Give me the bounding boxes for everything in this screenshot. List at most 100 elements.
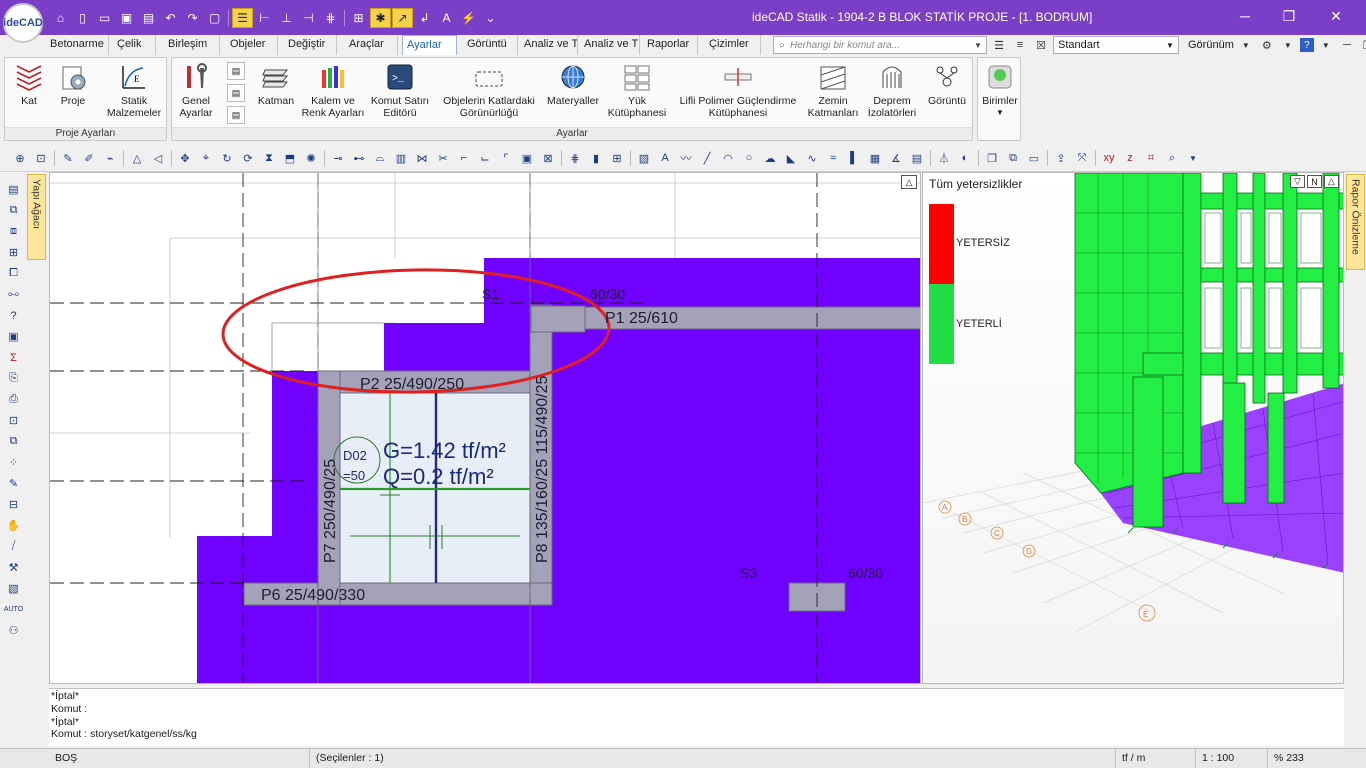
- tab-analiz-1[interactable]: Analiz ve T: [520, 35, 578, 55]
- arrow-cross-icon[interactable]: ⤧: [1072, 148, 1092, 168]
- list-icon[interactable]: ▤: [4, 180, 24, 199]
- track-icon[interactable]: ⋕: [320, 8, 341, 28]
- circle-icon[interactable]: ○: [739, 148, 759, 168]
- bar-chart-icon[interactable]: ▦: [865, 148, 885, 168]
- paste-floor-icon[interactable]: ⧟: [4, 285, 24, 304]
- line-icon[interactable]: ╱: [697, 148, 717, 168]
- help-icon[interactable]: ?: [1299, 38, 1314, 52]
- save-all-icon[interactable]: ▤: [138, 8, 159, 28]
- spline-icon[interactable]: ∿: [802, 148, 822, 168]
- mirror-icon[interactable]: ⧗: [259, 148, 279, 168]
- collapse-icon[interactable]: △: [901, 175, 917, 189]
- layer-manager-icon[interactable]: ☰: [990, 36, 1008, 54]
- tab-raporlar[interactable]: Raporlar: [643, 35, 698, 55]
- slash-icon[interactable]: ⧸: [4, 537, 24, 556]
- n-toggle-icon[interactable]: N: [1307, 175, 1322, 188]
- doc-settings-icon[interactable]: ▤: [227, 62, 245, 80]
- print-icon[interactable]: ⎙: [4, 390, 24, 409]
- settings-icon[interactable]: ⚙: [1258, 36, 1276, 54]
- status-zoom[interactable]: % 233: [1267, 749, 1366, 768]
- grid-axis-icon[interactable]: ⋕: [565, 148, 585, 168]
- extend-icon[interactable]: ⊷: [349, 148, 369, 168]
- snap-end-icon[interactable]: ↗: [392, 8, 413, 28]
- hatch-icon[interactable]: ◣: [781, 148, 801, 168]
- ortho-icon[interactable]: ⊥: [276, 8, 297, 28]
- cloud-icon[interactable]: ☁: [760, 148, 780, 168]
- stretch-icon[interactable]: ⌓: [370, 148, 390, 168]
- tab-birlesim[interactable]: Birleşim: [164, 35, 220, 55]
- chevron-down-icon[interactable]: ▼: [1183, 148, 1203, 168]
- chevron-down-icon[interactable]: ▼: [1279, 36, 1297, 54]
- kalem-renk-button[interactable]: Kalem ve Renk Ayarları: [298, 60, 368, 119]
- copy-floor-icon[interactable]: ⧠: [4, 264, 24, 283]
- column-grid-icon[interactable]: ⊟: [4, 495, 24, 514]
- table-icon[interactable]: ▤: [907, 148, 927, 168]
- hand-icon[interactable]: ✋: [4, 516, 24, 535]
- cut-icon[interactable]: ✂: [433, 148, 453, 168]
- polar-icon[interactable]: ⊣: [298, 8, 319, 28]
- hammer-icon[interactable]: ⚒: [4, 558, 24, 577]
- minimize-button[interactable]: ─: [1230, 5, 1260, 27]
- filter-icon[interactable]: ▽: [1290, 175, 1305, 188]
- chart-icon[interactable]: ▥: [391, 148, 411, 168]
- grid-icon[interactable]: ⊞: [348, 8, 369, 28]
- screenshot-icon[interactable]: ▢: [204, 8, 225, 28]
- tab-goruntu[interactable]: Görüntü: [463, 35, 518, 55]
- lifli-polimer-button[interactable]: Lifli Polimer Güçlendirme Kütüphanesi: [672, 60, 804, 119]
- search-icon[interactable]: ⌕: [1162, 148, 1182, 168]
- snap-perp-icon[interactable]: ↲: [414, 8, 435, 28]
- open-icon[interactable]: ▭: [94, 8, 115, 28]
- eraser-icon[interactable]: ◁: [148, 148, 168, 168]
- text-icon[interactable]: A: [655, 148, 675, 168]
- zoom-window-icon[interactable]: ⊡: [31, 148, 51, 168]
- lightning-icon[interactable]: ⚡: [458, 8, 479, 28]
- z-icon[interactable]: z: [1120, 148, 1140, 168]
- tab-celik[interactable]: Çelik: [113, 35, 156, 55]
- close-button[interactable]: ✕: [1321, 5, 1351, 27]
- triangle-icon[interactable]: △: [127, 148, 147, 168]
- bars-icon[interactable]: ▌: [844, 148, 864, 168]
- tab-analiz-2[interactable]: Analiz ve T: [580, 35, 640, 55]
- komut-satiri-button[interactable]: >_ Komut Satırı Editörü: [368, 60, 432, 119]
- copy-icon[interactable]: ⎘: [4, 369, 24, 388]
- zoom-icon[interactable]: ⊕: [10, 148, 30, 168]
- tab-araclar[interactable]: Araçlar: [345, 35, 398, 55]
- chevron-down-icon[interactable]: ▼: [1317, 36, 1335, 54]
- edit-structure-icon[interactable]: ⧈: [4, 222, 24, 241]
- materyaller-button[interactable]: Materyaller: [542, 60, 604, 107]
- pen-icon[interactable]: ✎: [58, 148, 78, 168]
- rotate-icon[interactable]: ↻: [217, 148, 237, 168]
- wall-icon[interactable]: ▧: [4, 579, 24, 598]
- pages-icon[interactable]: ⧉: [4, 432, 24, 451]
- page-icon[interactable]: ⊡: [4, 411, 24, 430]
- tab-betonarme[interactable]: Betonarme: [46, 35, 109, 55]
- angle-dim-icon[interactable]: ∡: [886, 148, 906, 168]
- chevron-down-icon[interactable]: ⌄: [480, 8, 501, 28]
- katman-button[interactable]: Katman: [254, 60, 298, 107]
- column-icon[interactable]: ▮: [586, 148, 606, 168]
- status-scale[interactable]: 1 : 100: [1195, 749, 1267, 768]
- command-search[interactable]: ⌕ Herhangi bir komut ara... ▼: [773, 36, 987, 54]
- save-icon[interactable]: ▣: [116, 8, 137, 28]
- proje-button[interactable]: Proje: [53, 60, 93, 107]
- nodes-icon[interactable]: ⁘: [4, 453, 24, 472]
- yuk-kutuphanesi-button[interactable]: Yük Kütüphanesi: [604, 60, 670, 119]
- report-icon[interactable]: ▣: [4, 327, 24, 346]
- home-icon[interactable]: ⌂: [50, 8, 71, 28]
- trim-icon[interactable]: ⊸: [328, 148, 348, 168]
- snap-as-icon[interactable]: A: [436, 8, 457, 28]
- move-icon[interactable]: ✥: [175, 148, 195, 168]
- pen-icon[interactable]: ✎: [4, 474, 24, 493]
- scale-icon[interactable]: ⬒: [280, 148, 300, 168]
- maximize-button[interactable]: ❐: [1274, 5, 1304, 27]
- redo-icon[interactable]: ↷: [182, 8, 203, 28]
- tab-cizimler[interactable]: Çizimler: [705, 35, 761, 55]
- break-icon[interactable]: ⋈: [412, 148, 432, 168]
- genel-ayarlar-button[interactable]: Genel Ayarlar: [174, 60, 218, 119]
- birimler-button[interactable]: Birimler ▼: [980, 60, 1020, 119]
- checkbox-icon[interactable]: ☒: [1032, 36, 1050, 54]
- polyline-icon[interactable]: 〰: [676, 148, 696, 168]
- copy-icon[interactable]: ⌖: [196, 148, 216, 168]
- chamfer-icon[interactable]: ⌙: [475, 148, 495, 168]
- structure-tree-tab[interactable]: Yapı Ağacı: [27, 174, 46, 260]
